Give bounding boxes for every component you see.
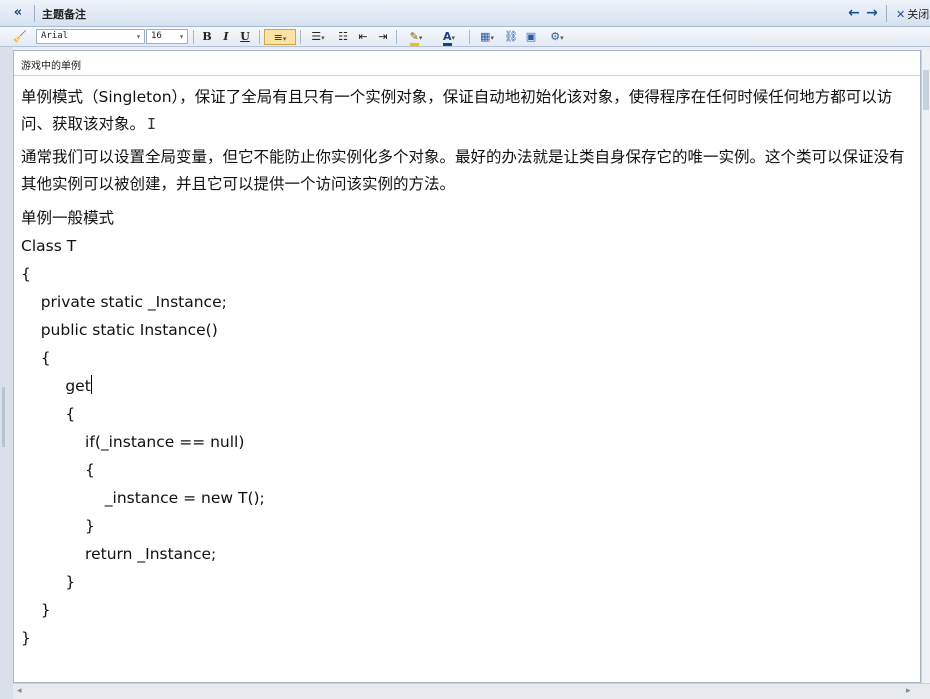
outdent-icon[interactable]: ⇤	[355, 29, 371, 45]
code-line: }	[21, 517, 95, 535]
font-size-select[interactable]: 16 ▾	[146, 29, 188, 44]
horizontal-scrollbar[interactable]: ◂ ▸	[13, 683, 930, 699]
code-line: }	[21, 573, 76, 591]
image-icon[interactable]: ▣	[523, 29, 539, 45]
chevron-down-icon: ▾	[560, 34, 564, 42]
code-line-with-caret: get	[21, 372, 911, 400]
code-line: if(_instance == null)	[21, 433, 245, 451]
scrollbar-thumb[interactable]	[923, 70, 929, 110]
highlight-color-button[interactable]: ✎▾	[401, 29, 431, 46]
highlighter-icon: ✎	[409, 30, 419, 46]
subject-line[interactable]: 游戏中的单例	[14, 51, 920, 76]
align-left-button[interactable]: ≡▾	[264, 29, 296, 45]
chevron-down-icon: ▾	[490, 34, 494, 42]
code-line: _instance = new T();	[21, 489, 265, 507]
formatting-toolbar: 🧹 Arial ▾ 16 ▾ B I U ≡▾ ☰▾ ☷ ⇤ ⇥ ✎▾ A▾ ▦…	[0, 27, 930, 47]
toolbar-separator	[300, 30, 301, 44]
bullet-list-icon[interactable]: ☷	[335, 29, 351, 45]
numbered-list-icon: ☰	[311, 30, 322, 43]
scroll-left-icon[interactable]: ◂	[17, 686, 22, 696]
close-label: 关闭	[907, 8, 930, 21]
code-line: {	[21, 405, 76, 423]
code-line: 单例一般模式	[21, 209, 115, 227]
code-line: {	[21, 461, 95, 479]
code-line: return _Instance;	[21, 545, 217, 563]
chevron-down-icon: ▾	[179, 32, 184, 41]
code-line: {	[21, 265, 31, 283]
chevron-down-icon: ▾	[418, 34, 423, 42]
bold-button[interactable]: B	[199, 29, 215, 45]
font-size-value: 16	[151, 31, 162, 41]
table-icon: ▦	[480, 30, 491, 43]
vertical-scrollbar[interactable]	[921, 50, 930, 683]
code-line: Class T	[21, 237, 77, 255]
editor-content[interactable]: 单例模式（Singleton），保证了全局有且只有一个实例对象，保证自动地初始化…	[21, 84, 911, 652]
font-color-button[interactable]: A▾	[434, 29, 464, 46]
title-separator	[34, 5, 35, 22]
toolbar-separator	[396, 30, 397, 44]
title-separator	[886, 5, 887, 22]
code-line: {	[21, 349, 51, 367]
gutter-marker	[2, 387, 5, 447]
collapse-panel-icon[interactable]: «	[6, 5, 30, 21]
text-caret	[90, 375, 92, 394]
next-topic-arrow-icon[interactable]: →	[864, 4, 880, 22]
code-line: }	[21, 629, 31, 647]
underline-button[interactable]: U	[237, 29, 253, 45]
paragraph: 单例模式（Singleton），保证了全局有且只有一个实例对象，保证自动地初始化…	[21, 84, 911, 138]
notes-editor[interactable]: 游戏中的单例 单例模式（Singleton），保证了全局有且只有一个实例对象，保…	[13, 50, 921, 683]
link-icon[interactable]: ⛓	[503, 29, 519, 45]
italic-button[interactable]: I	[218, 29, 234, 45]
panel-title: 主题备注	[42, 8, 86, 21]
scroll-right-icon[interactable]: ▸	[906, 686, 911, 696]
toolbar-separator	[193, 30, 194, 44]
numbered-list-button[interactable]: ☰▾	[305, 29, 331, 45]
toolbar-separator	[259, 30, 260, 44]
align-left-icon: ≡	[273, 31, 283, 44]
indent-icon[interactable]: ⇥	[375, 29, 391, 45]
insert-table-button[interactable]: ▦▾	[474, 29, 500, 45]
font-name-select[interactable]: Arial ▾	[36, 29, 145, 44]
subject-text: 游戏中的单例	[21, 61, 81, 72]
previous-topic-arrow-icon[interactable]: ←	[846, 4, 862, 22]
i-beam-cursor-icon: I	[147, 115, 157, 133]
gear-icon: ⚙	[550, 30, 561, 43]
chevron-down-icon: ▾	[321, 34, 325, 42]
code-line: public static Instance()	[21, 321, 218, 339]
chevron-down-icon: ▾	[282, 35, 287, 43]
chevron-down-icon: ▾	[136, 32, 141, 41]
title-bar: « 主题备注 ← → ✕ 关闭	[0, 0, 930, 27]
toolbar-separator	[469, 30, 470, 44]
close-button[interactable]: ✕ 关闭	[896, 6, 929, 22]
font-color-icon: A	[442, 30, 452, 46]
format-painter-icon[interactable]: 🧹	[10, 29, 30, 45]
more-options-button[interactable]: ⚙▾	[543, 29, 571, 45]
chevron-down-icon: ▾	[451, 34, 456, 42]
code-line: }	[21, 601, 51, 619]
font-name-value: Arial	[41, 31, 69, 41]
left-gutter	[0, 47, 13, 699]
code-line-text: get	[21, 377, 91, 395]
paragraph: 通常我们可以设置全局变量，但它不能防止你实例化多个对象。最好的办法就是让类自身保…	[21, 148, 905, 193]
code-line: private static _Instance;	[21, 293, 227, 311]
close-icon: ✕	[896, 8, 906, 21]
